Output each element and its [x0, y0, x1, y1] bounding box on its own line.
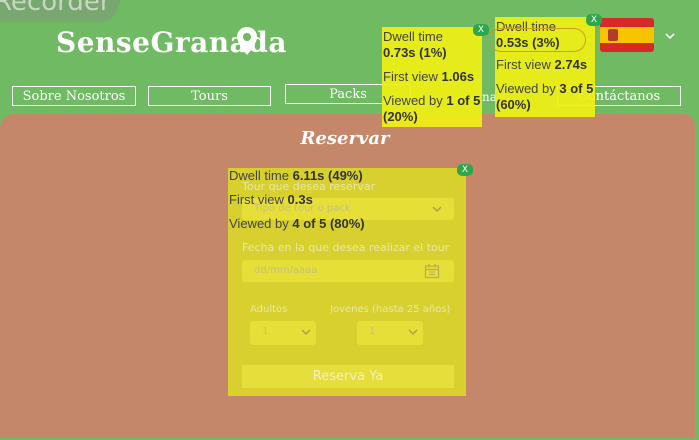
youth-select[interactable]: 1 [357, 321, 423, 345]
adults-select[interactable]: 1 [250, 321, 316, 345]
analytics-overlay-form: Dwell time 6.11s (49%) First view 0.3s V… [229, 168, 365, 231]
close-overlay-2-button[interactable]: X [586, 14, 602, 26]
chevron-down-icon [408, 329, 418, 336]
page: Recorder SenseGranada Sobre Nosotros Tou… [0, 0, 699, 440]
youth-value: 1 [369, 326, 376, 337]
youth-label: Jovenes (hasta 25 años) [330, 304, 451, 315]
adults-label: Adultos [250, 304, 288, 315]
close-overlay-3-button[interactable]: X [457, 164, 473, 176]
map-pin-icon [237, 27, 257, 55]
chevron-down-icon [301, 329, 311, 336]
date-placeholder: dd/mm/aaaa [254, 265, 318, 276]
recorder-badge[interactable]: Recorder [0, 0, 120, 22]
spain-flag-icon [600, 18, 654, 27]
language-selector[interactable] [600, 18, 654, 52]
chevron-down-icon[interactable] [664, 30, 676, 42]
nav-tours[interactable]: Tours [148, 86, 271, 106]
nav-sobre-nosotros[interactable]: Sobre Nosotros [12, 86, 136, 106]
highlight-outline [489, 28, 586, 52]
reserva-ya-button[interactable]: Reserva Ya [242, 365, 454, 388]
close-overlay-1-button[interactable]: X [473, 24, 489, 36]
date-input[interactable]: dd/mm/aaaa [242, 260, 454, 282]
reservar-title: Reservar [300, 128, 390, 149]
calendar-icon[interactable] [424, 263, 440, 279]
date-label: Fecha en la que desea realizar el tour [242, 241, 450, 254]
adults-value: 1 [262, 326, 269, 337]
analytics-overlay-packs: Dwell time 0.73s (1%) First view 1.06s V… [382, 27, 482, 127]
